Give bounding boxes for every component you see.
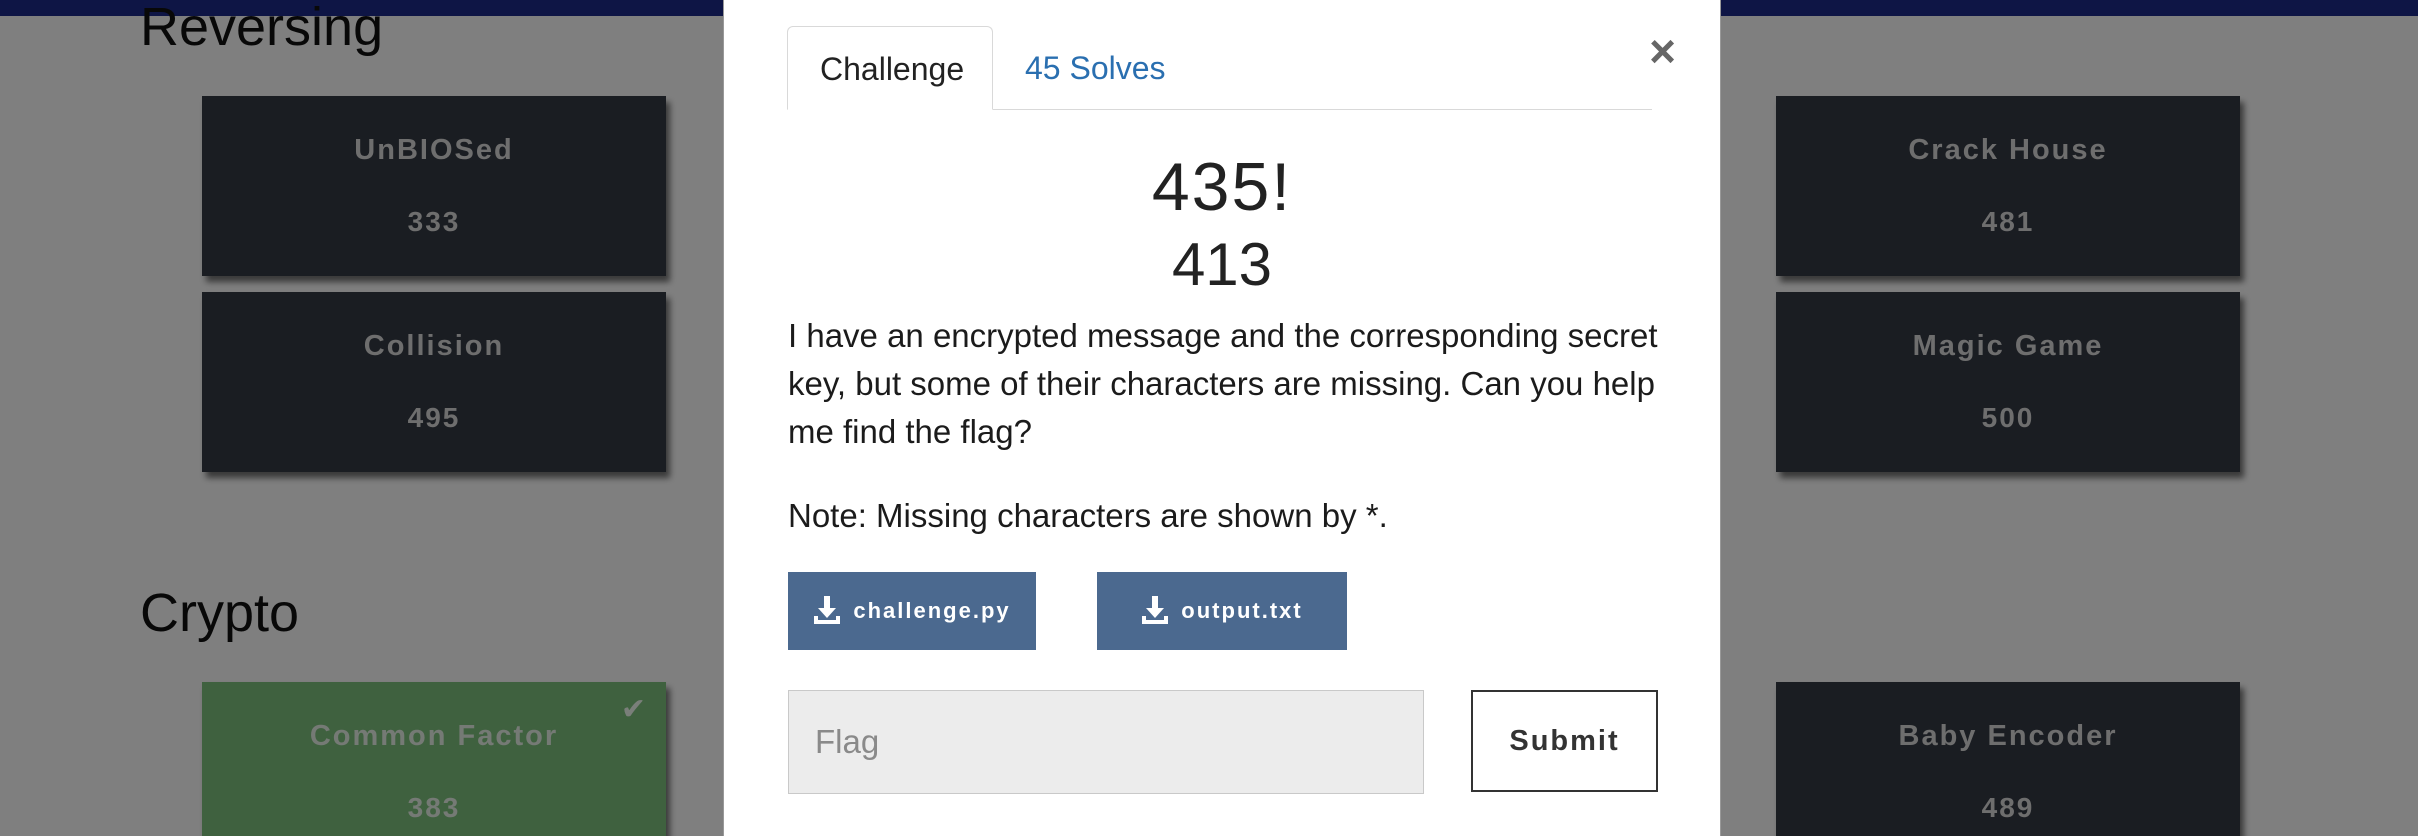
challenge-modal: Challenge 45 Solves × 435! 413 I have an…	[723, 0, 1721, 836]
file-label: output.txt	[1181, 598, 1303, 623]
tab-challenge[interactable]: Challenge	[787, 26, 993, 110]
challenge-name: 435!	[1151, 149, 1293, 225]
challenge-description: I have an encrypted message and the corr…	[788, 317, 1658, 450]
challenge-value: 413	[1171, 231, 1273, 298]
download-icon	[1142, 596, 1169, 624]
challenge-note: Note: Missing characters are shown by *.	[788, 497, 1388, 534]
download-button-challenge-py[interactable]: challenge.py	[788, 572, 1036, 650]
submit-button[interactable]: Submit	[1471, 690, 1658, 792]
tab-solves[interactable]: 45 Solves	[993, 26, 1198, 110]
download-icon	[814, 596, 841, 624]
modal-tabs: Challenge 45 Solves	[787, 26, 1652, 110]
download-button-output-txt[interactable]: output.txt	[1097, 572, 1347, 650]
file-label: challenge.py	[853, 598, 1011, 623]
flag-input[interactable]	[788, 690, 1424, 794]
close-icon[interactable]: ×	[1649, 24, 1676, 78]
ctf-challenges-page: Reversing UnBIOSed 333 Crack House 481 C…	[0, 0, 2418, 836]
